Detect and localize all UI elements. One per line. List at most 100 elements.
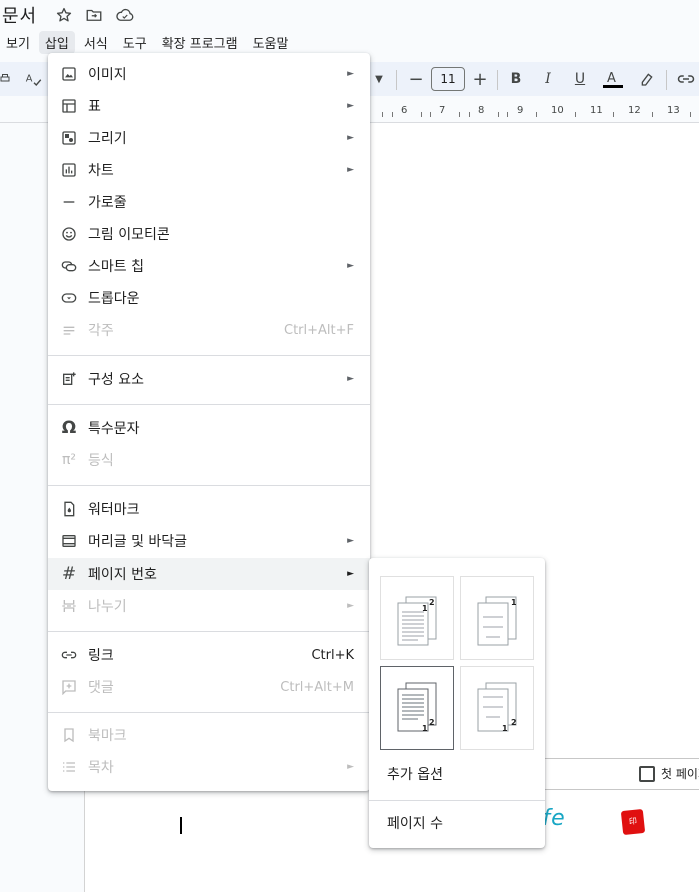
menu-item-footnote[interactable]: 각주 Ctrl+Alt+F — [48, 314, 370, 346]
menu-divider — [48, 712, 370, 713]
ruler-tick — [652, 112, 653, 117]
horizontal-ruler[interactable]: 6 7 8 9 10 11 12 13 — [370, 100, 699, 122]
omega-icon: Ω — [61, 418, 77, 438]
menu-item-dropdown[interactable]: 드롭다운 — [48, 282, 370, 314]
text-cursor — [180, 817, 182, 834]
spellcheck-icon[interactable]: A — [24, 62, 44, 96]
comment-icon — [60, 678, 78, 696]
submenu-arrow-icon: ► — [347, 374, 354, 384]
submenu-arrow-icon: ► — [347, 165, 354, 175]
ruler-number: 10 — [551, 105, 564, 116]
decrease-font-size-icon[interactable]: − — [406, 62, 426, 96]
menu-item-special-characters[interactable]: Ω 특수문자 — [48, 412, 370, 444]
chart-icon — [60, 161, 78, 179]
ruler-tick — [469, 112, 470, 117]
link-icon[interactable] — [676, 62, 696, 96]
bookmark-icon — [60, 726, 78, 744]
pi-icon: π² — [61, 452, 77, 468]
highlight-icon[interactable] — [637, 62, 657, 96]
menu-item-smart-chips[interactable]: 스마트 칩 ► — [48, 250, 370, 282]
page-number-label: 2 — [511, 718, 517, 727]
title-bar: 문서 — [0, 0, 699, 30]
print-icon[interactable] — [0, 62, 12, 96]
star-icon[interactable] — [55, 6, 73, 24]
horizontal-line-icon — [60, 193, 78, 211]
menu-item-building-blocks[interactable]: 구성 요소 ► — [48, 363, 370, 395]
ruler-tick — [382, 112, 383, 117]
ruler-tick — [507, 112, 508, 117]
menu-item-break[interactable]: 나누기 ► — [48, 590, 370, 622]
italic-icon[interactable]: I — [538, 62, 558, 96]
insert-menu: 이미지 ► 표 ► 그리기 ► 차트 ► 가로줄 그림 이모티콘 스마트 칩 ►… — [48, 53, 370, 791]
menu-item-page-numbers[interactable]: # 페이지 번호 ► — [48, 558, 370, 590]
menu-item-table[interactable]: 표 ► — [48, 90, 370, 122]
underline-icon[interactable]: U — [570, 62, 590, 96]
emoji-icon — [60, 225, 78, 243]
document-title[interactable]: 문서 — [0, 2, 37, 28]
bold-icon[interactable]: B — [506, 62, 526, 96]
page-number-label: 2 — [429, 598, 435, 607]
menu-divider — [48, 355, 370, 356]
submenu-arrow-icon: ► — [347, 69, 354, 79]
ruler-number: 8 — [478, 105, 485, 116]
footnote-icon — [60, 321, 78, 339]
ruler-tick — [421, 112, 422, 117]
ruler-tick — [690, 112, 691, 117]
hash-icon: # — [61, 564, 77, 584]
page-number-option-header-all[interactable]: 2 1 — [380, 576, 454, 660]
menu-item-chart[interactable]: 차트 ► — [48, 154, 370, 186]
menu-item-watermark[interactable]: 워터마크 — [48, 493, 370, 525]
increase-font-size-icon[interactable]: + — [470, 62, 490, 96]
menu-insert[interactable]: 삽입 — [38, 30, 75, 54]
menu-item-equation[interactable]: π² 등식 — [48, 444, 370, 476]
ruler-tick — [613, 112, 614, 117]
toolbar-divider — [396, 70, 397, 90]
page-number-option-footer-all[interactable]: 2 1 — [380, 666, 454, 750]
different-first-page-option[interactable]: 첫 페이지 — [639, 765, 699, 782]
menu-help[interactable]: 도움말 — [247, 31, 295, 54]
menu-format[interactable]: 서식 — [78, 31, 114, 54]
submenu-arrow-icon: ► — [347, 536, 354, 546]
ruler-tick — [575, 112, 576, 117]
menu-item-headers-footers[interactable]: 머리글 및 바닥글 ► — [48, 525, 370, 557]
submenu-arrow-icon: ► — [347, 261, 354, 271]
menu-item-table-of-contents[interactable]: 목차 ► — [48, 751, 370, 783]
dropdown-icon — [60, 289, 78, 307]
ruler-number: 11 — [590, 105, 603, 116]
menu-tools[interactable]: 도구 — [117, 31, 153, 54]
ruler-tick — [536, 112, 537, 117]
link-icon — [60, 646, 78, 664]
page-number-option-footer-skip-first[interactable]: 2 1 — [460, 666, 534, 750]
menu-view[interactable]: 보기 — [0, 31, 36, 54]
menu-item-drawing[interactable]: 그리기 ► — [48, 122, 370, 154]
menu-divider — [48, 485, 370, 486]
first-page-checkbox[interactable] — [639, 765, 655, 782]
menu-item-link[interactable]: 링크 Ctrl+K — [48, 639, 370, 671]
menu-item-bookmark[interactable]: 북마크 — [48, 719, 370, 751]
ruler-number: 6 — [401, 105, 408, 116]
menubar: 보기 삽입 서식 도구 확장 프로그램 도움말 — [0, 30, 297, 54]
ruler-tick — [459, 112, 460, 117]
font-size-input[interactable]: 11 — [431, 67, 465, 91]
page-number-label: 1 — [502, 724, 508, 733]
cloud-saved-icon[interactable] — [115, 6, 135, 24]
page-number-option-header-skip-first[interactable]: 1 — [460, 576, 534, 660]
menu-item-image[interactable]: 이미지 ► — [48, 58, 370, 90]
menu-item-emoji[interactable]: 그림 이모티콘 — [48, 218, 370, 250]
menu-item-comment[interactable]: 댓글 Ctrl+Alt+M — [48, 671, 370, 703]
building-blocks-icon — [60, 370, 78, 388]
more-options-button[interactable]: 추가 옵션 — [369, 754, 545, 794]
page-count-button[interactable]: 페이지 수 — [369, 803, 545, 843]
move-folder-icon[interactable] — [85, 6, 103, 24]
toolbar-divider — [666, 70, 667, 90]
ruler-tick — [392, 112, 393, 117]
table-icon — [60, 97, 78, 115]
first-page-label: 첫 페이지 — [661, 767, 699, 781]
header-footer-icon — [60, 532, 78, 550]
font-dropdown-arrow-icon[interactable]: ▼ — [372, 62, 386, 96]
text-color-icon[interactable]: A — [602, 62, 624, 96]
menu-extensions[interactable]: 확장 프로그램 — [156, 31, 244, 54]
menu-item-horizontal-line[interactable]: 가로줄 — [48, 186, 370, 218]
page-number-label: 1 — [422, 604, 428, 613]
ruler-tick — [430, 112, 431, 117]
